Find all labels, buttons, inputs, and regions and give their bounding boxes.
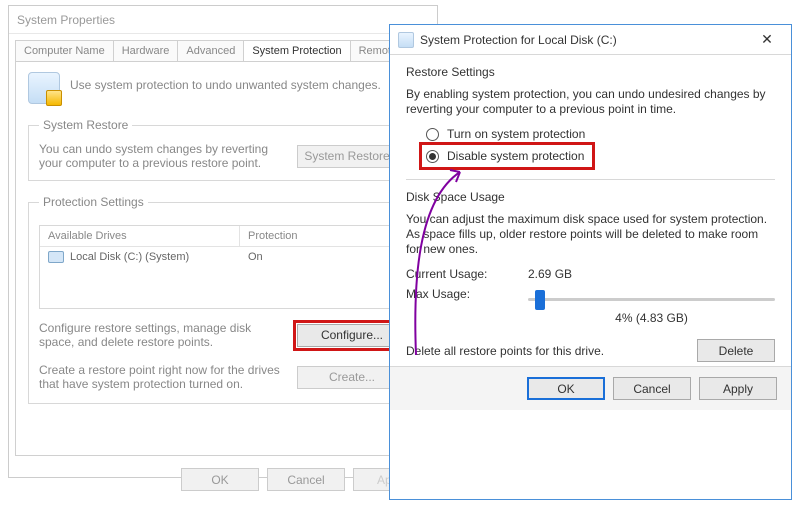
window-title: System Properties	[9, 6, 437, 34]
max-usage-label: Max Usage:	[406, 287, 516, 301]
restore-settings-heading: Restore Settings	[406, 65, 775, 79]
slider-thumb-icon[interactable]	[535, 290, 545, 310]
drive-icon	[48, 251, 64, 263]
delete-text: Delete all restore points for this drive…	[406, 344, 685, 358]
dialog-buttons: OK Cancel Apply	[390, 366, 791, 410]
delete-button[interactable]: Delete	[697, 339, 775, 362]
system-restore-legend: System Restore	[39, 118, 132, 132]
drive-icon	[398, 32, 414, 48]
dialog-buttons: OK Cancel Apply	[9, 462, 437, 497]
ok-button[interactable]: OK	[527, 377, 605, 400]
system-protection-dialog: System Protection for Local Disk (C:) ✕ …	[389, 24, 792, 500]
protection-settings-group: Protection Settings Available Drives Pro…	[28, 195, 418, 404]
radio-turn-on-label: Turn on system protection	[447, 127, 585, 141]
intro-text: Use system protection to undo unwanted s…	[70, 72, 381, 92]
drive-status: On	[240, 247, 271, 267]
system-restore-text: You can undo system changes by reverting…	[39, 142, 289, 170]
tab-body: Use system protection to undo unwanted s…	[15, 61, 431, 456]
tab-system-protection[interactable]: System Protection	[243, 40, 350, 61]
tab-advanced[interactable]: Advanced	[177, 40, 244, 61]
cancel-button[interactable]: Cancel	[613, 377, 691, 400]
radio-turn-on[interactable]: Turn on system protection	[426, 127, 775, 141]
disk-usage-heading: Disk Space Usage	[406, 190, 775, 204]
col-available-drives: Available Drives	[40, 226, 240, 246]
close-button[interactable]: ✕	[749, 29, 785, 51]
configure-text: Configure restore settings, manage disk …	[39, 321, 289, 349]
max-usage-value: 4% (4.83 GB)	[528, 311, 775, 325]
tabs: Computer Name Hardware Advanced System P…	[9, 34, 437, 61]
radio-icon	[426, 128, 439, 141]
ok-button[interactable]: OK	[181, 468, 259, 491]
drive-name: Local Disk (C:) (System)	[70, 251, 189, 263]
current-usage-label: Current Usage:	[406, 267, 516, 281]
col-protection: Protection	[240, 226, 306, 246]
tab-hardware[interactable]: Hardware	[113, 40, 179, 61]
drives-table: Available Drives Protection Local Disk (…	[39, 225, 407, 309]
radio-disable-label: Disable system protection	[447, 149, 584, 163]
shield-icon	[28, 72, 60, 104]
tab-computer-name[interactable]: Computer Name	[15, 40, 114, 61]
protection-settings-legend: Protection Settings	[39, 195, 148, 209]
table-row[interactable]: Local Disk (C:) (System) On	[40, 247, 406, 267]
disk-usage-desc: You can adjust the maximum disk space us…	[406, 212, 775, 257]
cancel-button[interactable]: Cancel	[267, 468, 345, 491]
system-restore-group: System Restore You can undo system chang…	[28, 118, 418, 181]
apply-button[interactable]: Apply	[699, 377, 777, 400]
system-properties-window: System Properties Computer Name Hardware…	[8, 5, 438, 478]
divider	[406, 179, 775, 180]
dialog-title: System Protection for Local Disk (C:)	[420, 33, 617, 47]
create-text: Create a restore point right now for the…	[39, 363, 289, 391]
radio-icon	[426, 150, 439, 163]
radio-disable[interactable]: Disable system protection	[424, 147, 590, 165]
restore-settings-desc: By enabling system protection, you can u…	[406, 87, 775, 117]
current-usage-value: 2.69 GB	[528, 267, 572, 281]
max-usage-slider[interactable]	[528, 289, 775, 309]
